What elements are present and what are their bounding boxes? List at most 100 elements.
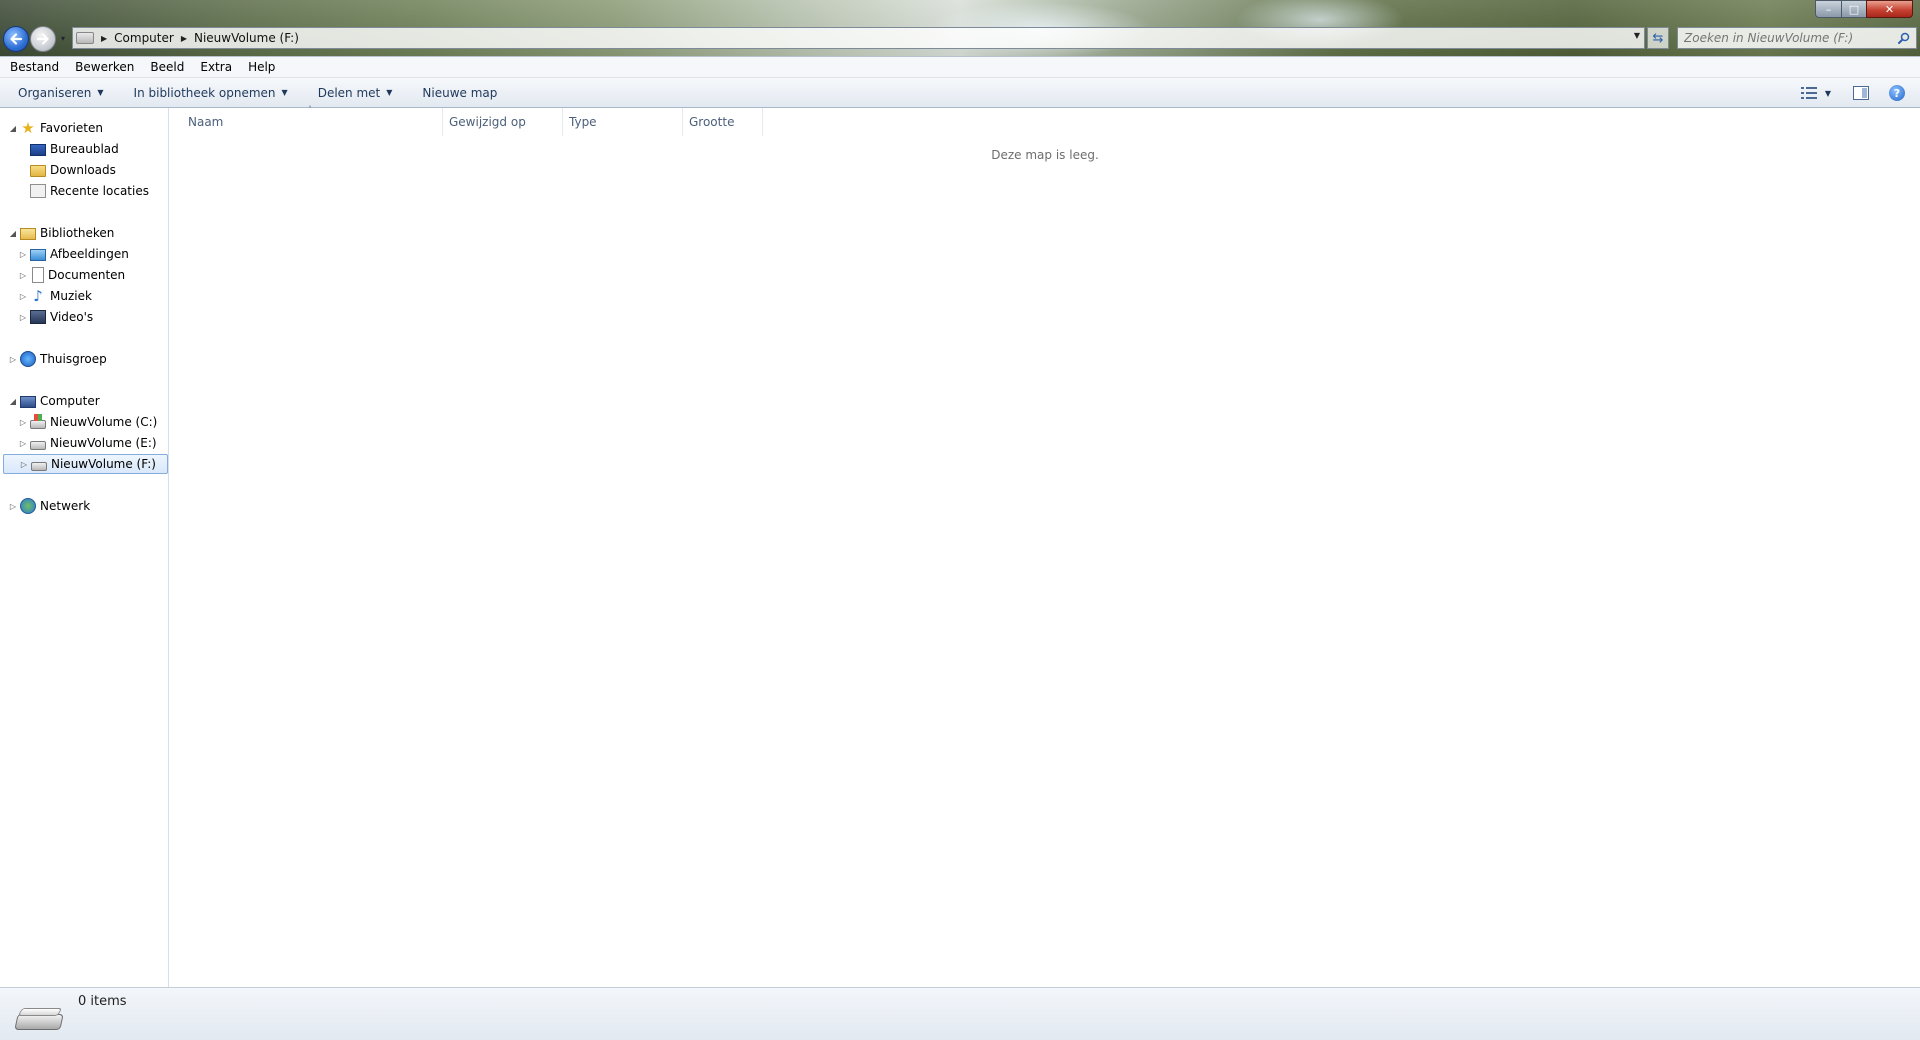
tree-homegroup-label: Thuisgroep bbox=[40, 352, 107, 366]
chevron-down-icon: ▼ bbox=[386, 88, 393, 97]
tree-computer[interactable]: ◢ Computer bbox=[8, 391, 100, 411]
menu-bewerken[interactable]: Bewerken bbox=[69, 60, 140, 74]
tree-item-downloads[interactable]: Downloads bbox=[28, 160, 116, 180]
collapsed-arrow-icon[interactable]: ▷ bbox=[18, 439, 28, 448]
chevron-down-icon: ▼ bbox=[1824, 88, 1832, 98]
expanded-arrow-icon[interactable]: ◢ bbox=[8, 229, 18, 238]
tree-homegroup[interactable]: ▷ Thuisgroep bbox=[8, 349, 107, 369]
expanded-arrow-icon[interactable]: ◢ bbox=[8, 124, 18, 133]
tree-item-label: Muziek bbox=[50, 289, 92, 303]
documents-icon bbox=[32, 267, 44, 283]
search-box[interactable] bbox=[1677, 27, 1917, 49]
breadcrumb-separator-icon[interactable]: ▶ bbox=[181, 34, 187, 43]
search-input[interactable] bbox=[1684, 31, 1889, 45]
collapsed-arrow-icon[interactable]: ▷ bbox=[18, 418, 28, 427]
library-icon bbox=[20, 228, 36, 240]
search-icon[interactable] bbox=[1898, 32, 1910, 44]
new-folder-label: Nieuwe map bbox=[422, 85, 498, 100]
include-in-library-button[interactable]: In bibliotheek opnemen ▼ bbox=[126, 86, 296, 100]
back-button[interactable] bbox=[3, 26, 29, 52]
change-view-button[interactable]: ▼ bbox=[1796, 84, 1836, 102]
column-header-size[interactable]: Grootte bbox=[683, 108, 763, 136]
tree-item-label: Bureaublad bbox=[50, 142, 119, 156]
homegroup-icon bbox=[20, 351, 36, 367]
tree-computer-label: Computer bbox=[40, 394, 100, 408]
organize-label: Organiseren bbox=[18, 85, 92, 100]
column-header-name[interactable]: ˄ Naam bbox=[170, 105, 443, 136]
collapsed-arrow-icon[interactable]: ▷ bbox=[18, 292, 28, 301]
tree-item-music[interactable]: ▷ ♪ Muziek bbox=[18, 286, 92, 306]
collapsed-arrow-icon[interactable]: ▷ bbox=[18, 250, 28, 259]
menu-bestand[interactable]: Bestand bbox=[4, 60, 65, 74]
tree-item-label: Documenten bbox=[48, 268, 126, 282]
tree-item-desktop[interactable]: Bureaublad bbox=[28, 139, 119, 159]
tree-item-drive-e[interactable]: ▷ NieuwVolume (E:) bbox=[18, 433, 157, 453]
tree-item-label: NieuwVolume (C:) bbox=[50, 415, 158, 429]
recent-places-icon bbox=[30, 184, 46, 198]
column-header-label: Naam bbox=[188, 115, 224, 129]
star-icon: ★ bbox=[21, 119, 35, 137]
preview-pane-icon bbox=[1853, 86, 1869, 100]
file-list-pane[interactable]: ˄ Naam Gewijzigd op Type Grootte Deze ma… bbox=[170, 105, 1920, 987]
tree-item-documents[interactable]: ▷ Documenten bbox=[18, 265, 125, 285]
share-with-button[interactable]: Delen met ▼ bbox=[310, 86, 401, 100]
tree-favorites[interactable]: ◢ ★ Favorieten bbox=[8, 118, 103, 138]
breadcrumb-computer[interactable]: Computer bbox=[114, 31, 174, 45]
tree-network[interactable]: ▷ Netwerk bbox=[8, 496, 90, 516]
collapsed-arrow-icon[interactable]: ▷ bbox=[18, 313, 28, 322]
column-header-label: Type bbox=[569, 115, 597, 129]
refresh-button[interactable]: ⇆ bbox=[1647, 27, 1669, 49]
system-drive-icon bbox=[30, 414, 46, 429]
refresh-icon: ⇆ bbox=[1652, 30, 1664, 46]
tree-item-drive-f[interactable]: ▷ NieuwVolume (F:) bbox=[3, 454, 168, 474]
minimize-button[interactable]: – bbox=[1815, 0, 1842, 18]
collapsed-arrow-icon[interactable]: ▷ bbox=[18, 271, 28, 280]
menu-beeld[interactable]: Beeld bbox=[144, 60, 190, 74]
drive-icon bbox=[76, 32, 94, 44]
details-pane: 0 items bbox=[0, 987, 1920, 1040]
tree-item-drive-c[interactable]: ▷ NieuwVolume (C:) bbox=[18, 412, 157, 432]
menu-help[interactable]: Help bbox=[242, 60, 281, 74]
preview-pane-button[interactable] bbox=[1851, 84, 1871, 102]
address-bar[interactable]: ▶ Computer ▶ NieuwVolume (F:) ▼ bbox=[72, 27, 1645, 49]
address-history-dropdown[interactable]: ▼ bbox=[1634, 31, 1640, 40]
maximize-button[interactable]: □ bbox=[1841, 0, 1867, 18]
video-icon bbox=[30, 310, 46, 324]
item-count: 0 items bbox=[78, 994, 127, 1009]
tree-libraries[interactable]: ◢ Bibliotheken bbox=[8, 223, 114, 243]
desktop-icon bbox=[30, 144, 46, 156]
organize-button[interactable]: Organiseren ▼ bbox=[10, 86, 112, 100]
drive-icon bbox=[31, 462, 47, 471]
collapsed-arrow-icon[interactable]: ▷ bbox=[8, 502, 18, 511]
close-button[interactable]: ✕ bbox=[1866, 0, 1913, 18]
tree-item-recent-places[interactable]: Recente locaties bbox=[28, 181, 149, 201]
chevron-down-icon: ▼ bbox=[281, 88, 288, 97]
tree-item-pictures[interactable]: ▷ Afbeeldingen bbox=[18, 244, 129, 264]
menu-extra[interactable]: Extra bbox=[194, 60, 238, 74]
new-folder-button[interactable]: Nieuwe map bbox=[414, 86, 505, 100]
collapsed-arrow-icon[interactable]: ▷ bbox=[8, 355, 18, 364]
computer-icon bbox=[20, 395, 36, 408]
column-header-modified[interactable]: Gewijzigd op bbox=[443, 108, 563, 136]
tree-item-videos[interactable]: ▷ Video's bbox=[18, 307, 93, 327]
tree-libraries-label: Bibliotheken bbox=[40, 226, 115, 240]
collapsed-arrow-icon[interactable]: ▷ bbox=[19, 460, 29, 469]
breadcrumb-separator-icon[interactable]: ▶ bbox=[101, 34, 107, 43]
drive-icon bbox=[14, 1008, 64, 1030]
help-button[interactable]: ? bbox=[1887, 84, 1907, 102]
breadcrumb-current-drive[interactable]: NieuwVolume (F:) bbox=[194, 31, 299, 45]
column-header-type[interactable]: Type bbox=[563, 108, 683, 136]
minimize-icon: – bbox=[1825, 2, 1832, 16]
arrow-right-icon bbox=[36, 33, 49, 45]
tree-item-label: Afbeeldingen bbox=[50, 247, 129, 261]
navigation-pane: ◢ ★ Favorieten Bureaublad Downloads Rece… bbox=[0, 108, 169, 987]
close-icon: ✕ bbox=[1884, 2, 1895, 16]
column-header-label: Grootte bbox=[689, 115, 735, 129]
tree-network-label: Netwerk bbox=[40, 499, 91, 513]
expanded-arrow-icon[interactable]: ◢ bbox=[8, 397, 18, 406]
tree-item-label: Recente locaties bbox=[50, 184, 149, 198]
recent-pages-dropdown[interactable]: ▾ bbox=[58, 34, 68, 44]
forward-button[interactable] bbox=[30, 26, 56, 52]
empty-folder-message: Deze map is leeg. bbox=[991, 148, 1099, 162]
tree-item-label: Downloads bbox=[50, 163, 116, 177]
